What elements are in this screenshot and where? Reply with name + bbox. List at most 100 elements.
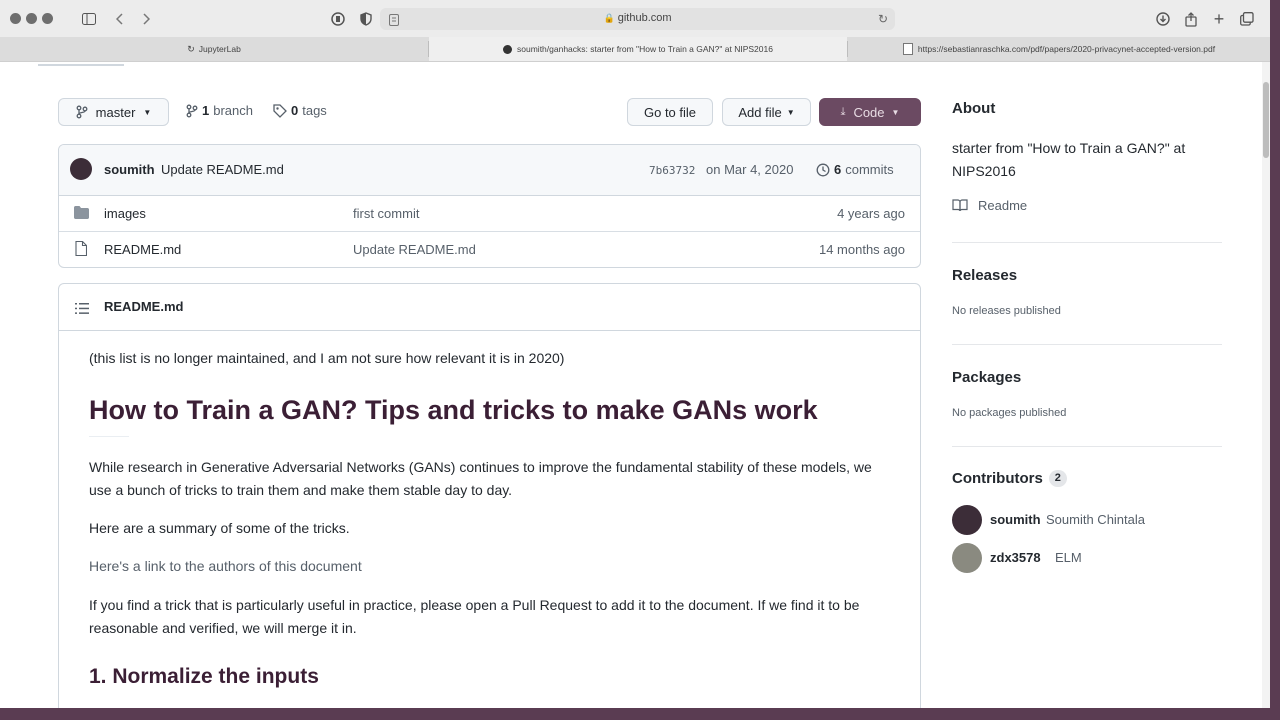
add-file-button[interactable]: Add file ▼	[722, 98, 811, 126]
tab-label: JupyterLab	[198, 44, 241, 54]
tag-icon	[273, 103, 287, 118]
tab-pdf[interactable]: https://sebastianraschka.com/pdf/papers/…	[848, 37, 1270, 61]
branch-icon	[186, 104, 198, 117]
file-commit-message[interactable]: Update README.md	[353, 242, 476, 257]
caret-down-icon: ▼	[143, 107, 152, 117]
avatar[interactable]	[952, 543, 982, 573]
url-text: 🔒 github.com	[603, 12, 672, 24]
contributor-name: ELM	[1055, 550, 1082, 565]
book-icon	[952, 199, 968, 212]
file-name[interactable]: images	[104, 206, 146, 221]
share-icon[interactable]	[1181, 9, 1201, 29]
file-age: 4 years ago	[837, 206, 905, 221]
contributors-heading[interactable]: Contributors 2	[952, 470, 1067, 487]
readme-filename: README.md	[104, 299, 184, 314]
history-icon	[816, 163, 830, 176]
pdf-icon	[902, 43, 913, 55]
readme-section-heading: 1. Normalize the inputs	[89, 665, 319, 688]
contributor-login: zdx3578	[990, 550, 1041, 565]
back-icon[interactable]	[110, 9, 130, 29]
branch-selector[interactable]: master ▼	[58, 98, 169, 126]
commit-author[interactable]: soumith	[104, 162, 155, 177]
lock-icon: 🔒	[603, 13, 615, 23]
readme-paragraph: While research in Generative Adversarial…	[89, 459, 872, 498]
page-scrollbar[interactable]	[1262, 62, 1270, 708]
branch-count: 1	[202, 103, 210, 118]
code-label: Code	[853, 104, 885, 120]
readme-note: (this list is no longer maintained, and …	[89, 350, 565, 366]
downloads-icon[interactable]	[1153, 9, 1173, 29]
tags-link[interactable]: 0 tags	[273, 103, 327, 118]
divider	[952, 242, 1222, 243]
tab-ganhacks[interactable]: soumith/ganhacks: starter from "How to T…	[429, 37, 847, 61]
branch-name: master	[95, 104, 136, 120]
page-content: master ▼ 1 branch 0 tags Go to file Add …	[0, 62, 1270, 708]
commit-message[interactable]: Update README.md	[161, 162, 284, 177]
shield-icon[interactable]	[356, 9, 376, 29]
reload-icon[interactable]: ↻	[878, 12, 888, 26]
scrollbar-thumb[interactable]	[1263, 82, 1269, 158]
heading-rule	[89, 436, 129, 437]
readme-link-label: Readme	[978, 198, 1028, 213]
tab-overview-icon[interactable]	[1237, 9, 1257, 29]
code-button[interactable]: ⤓ Code ▼	[819, 98, 921, 126]
tab-label: https://sebastianraschka.com/pdf/papers/…	[917, 44, 1216, 54]
reload-icon: ↻	[187, 43, 195, 54]
contributors-count-badge: 2	[1048, 470, 1067, 487]
contributor-login: soumith	[990, 512, 1041, 527]
tag-count: 0	[291, 103, 299, 118]
commit-date: on Mar 4, 2020	[706, 162, 794, 177]
readme-header: README.md	[59, 284, 920, 331]
packages-heading[interactable]: Packages	[952, 369, 1021, 386]
file-icon	[75, 240, 88, 259]
list-icon[interactable]	[75, 301, 89, 319]
browser-toolbar: 🔒 github.com ↻ +	[0, 0, 1270, 38]
readme-link[interactable]: Readme	[952, 198, 1027, 213]
tab-jupyterlab[interactable]: ↻ JupyterLab	[0, 37, 428, 61]
minimize-window-button[interactable]	[26, 13, 37, 24]
avatar[interactable]	[952, 505, 982, 535]
go-to-file-label: Go to file	[643, 104, 697, 120]
contributor-item[interactable]: soumith Soumith Chintala	[952, 505, 1222, 535]
zoom-window-button[interactable]	[42, 13, 53, 24]
avatar[interactable]	[70, 158, 92, 180]
readme-panel: README.md (this list is no longer mainta…	[58, 283, 921, 708]
table-row[interactable]: images first commit 4 years ago	[59, 196, 920, 232]
download-icon: ⤓	[840, 105, 846, 118]
browser-window: 🔒 github.com ↻ + ↻ JupyterLab soumith/ga…	[0, 0, 1270, 708]
commits-link[interactable]: 6 commits	[816, 162, 894, 177]
branches-link[interactable]: 1 branch	[186, 103, 253, 118]
branch-label: branch	[213, 103, 253, 118]
file-list: soumith Update README.md 7b63732 on Mar …	[58, 144, 921, 268]
readme-title: How to Train a GAN? Tips and tricks to m…	[89, 395, 818, 425]
branch-icon	[76, 105, 88, 119]
about-heading: About	[952, 100, 996, 117]
commit-count-label: commits	[845, 162, 894, 177]
file-age: 14 months ago	[818, 242, 905, 257]
commit-count: 6	[834, 162, 842, 177]
packages-status: No packages published	[952, 407, 1067, 419]
go-to-file-button[interactable]: Go to file	[627, 98, 713, 126]
commit-hash[interactable]: 7b63732	[649, 164, 695, 177]
releases-heading[interactable]: Releases	[952, 267, 1017, 284]
github-icon	[503, 44, 513, 54]
authors-link[interactable]: Here's a link to the authors of this doc…	[89, 555, 889, 578]
caret-down-icon: ▼	[891, 107, 900, 117]
file-commit-message[interactable]: first commit	[353, 206, 419, 221]
new-tab-icon[interactable]: +	[1209, 9, 1229, 29]
privacy-report-icon[interactable]	[328, 9, 348, 29]
add-file-label: Add file	[738, 104, 782, 120]
sidebar-toggle-icon[interactable]	[79, 9, 99, 29]
file-name[interactable]: README.md	[104, 242, 181, 257]
contributor-item[interactable]: zdx3578 ELM	[952, 543, 1222, 573]
tab-underline	[38, 64, 124, 66]
contributors-title: Contributors	[952, 470, 1043, 487]
readme-paragraph: If you find a trick that is particularly…	[89, 597, 860, 636]
close-window-button[interactable]	[10, 13, 21, 24]
tab-bar: ↻ JupyterLab soumith/ganhacks: starter f…	[0, 37, 1270, 62]
tag-label: tags	[302, 103, 327, 118]
readme-paragraph: Here are a summary of some of the tricks…	[89, 520, 350, 536]
forward-icon[interactable]	[136, 9, 156, 29]
address-bar[interactable]: 🔒 github.com ↻	[380, 8, 895, 30]
table-row[interactable]: README.md Update README.md 14 months ago	[59, 232, 920, 267]
